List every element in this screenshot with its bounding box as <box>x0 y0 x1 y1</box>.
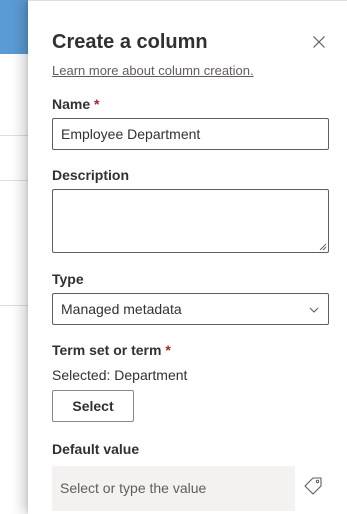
tag-button[interactable] <box>302 475 324 497</box>
screen: Create a column Learn more about column … <box>0 0 347 514</box>
type-label: Type <box>52 271 84 287</box>
name-input[interactable]: Employee Department <box>52 118 329 150</box>
close-button[interactable] <box>309 32 329 52</box>
tag-icon <box>304 477 322 495</box>
default-value-label: Default value <box>52 441 140 457</box>
name-label-text: Name <box>52 96 91 112</box>
background-divider <box>0 135 30 136</box>
background-divider <box>0 305 30 306</box>
required-marker: * <box>165 342 171 358</box>
type-dropdown[interactable]: Managed metadata <box>52 293 329 325</box>
create-column-panel: Create a column Learn more about column … <box>28 0 347 514</box>
panel-header: Create a column <box>52 29 329 55</box>
close-icon <box>313 36 325 48</box>
learn-more-link[interactable]: Learn more about column creation. <box>52 63 254 78</box>
term-set-label: Term set or term * <box>52 342 171 358</box>
description-textarea[interactable] <box>52 189 329 253</box>
name-label: Name * <box>52 96 99 112</box>
resize-grip-icon[interactable] <box>319 243 327 251</box>
select-term-button[interactable]: Select <box>52 390 134 422</box>
background-accent-bar <box>0 0 30 54</box>
term-set-label-text: Term set or term <box>52 342 162 358</box>
background-divider <box>0 180 30 181</box>
background-page <box>0 0 30 514</box>
required-marker: * <box>94 96 100 112</box>
description-label: Description <box>52 167 130 183</box>
chevron-down-icon <box>309 307 319 313</box>
type-dropdown-value: Managed metadata <box>61 301 182 317</box>
term-set-selected-text: Selected: Department <box>52 367 188 383</box>
default-value-input[interactable]: Select or type the value <box>52 466 295 511</box>
panel-title: Create a column <box>52 31 208 53</box>
